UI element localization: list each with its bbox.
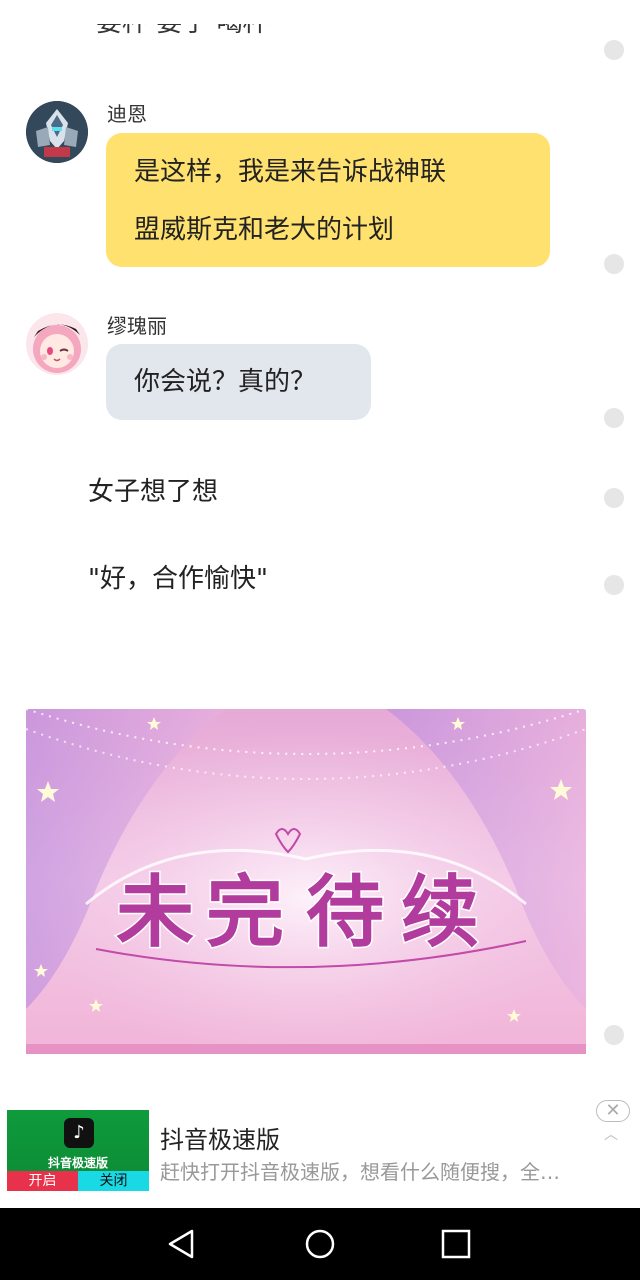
home-icon[interactable] bbox=[304, 1228, 336, 1260]
ad-close-icon[interactable]: ✕ bbox=[596, 1100, 630, 1122]
ad-card[interactable]: ♪ 抖音极速版 开启 关闭 抖音极速版 赶快打开抖音极速版，想看什么随便搜，全…… bbox=[0, 1100, 640, 1200]
ad-description[interactable]: 赶快打开抖音极速版，想看什么随便搜，全… bbox=[160, 1156, 590, 1185]
message-bubble: 是这样，我是来告诉战神联 盟威斯克和老大的计划 bbox=[106, 133, 550, 267]
message-line: 盟威斯克和老大的计划 bbox=[134, 215, 395, 245]
comment-dot[interactable] bbox=[604, 408, 624, 428]
ad-thumbnail[interactable]: ♪ 抖音极速版 开启 关闭 bbox=[7, 1110, 149, 1191]
douyin-logo-icon: ♪ bbox=[64, 1118, 94, 1148]
avatar-dean[interactable] bbox=[26, 101, 88, 163]
svg-text:完: 完 bbox=[206, 867, 284, 958]
speaker-name: 缪瑰丽 bbox=[107, 314, 167, 338]
message-line: 你会说？真的？ bbox=[134, 367, 317, 397]
comment-dot[interactable] bbox=[604, 254, 624, 274]
speaker-name: 迪恩 bbox=[107, 102, 147, 126]
system-navigation-bar bbox=[0, 1208, 640, 1280]
ad-close-thumb-button[interactable]: 关闭 bbox=[78, 1171, 149, 1191]
comment-dot[interactable] bbox=[604, 40, 624, 60]
svg-text:续: 续 bbox=[401, 867, 479, 958]
recents-icon[interactable] bbox=[440, 1228, 472, 1260]
ad-thumb-title: 抖音极速版 bbox=[47, 1156, 108, 1170]
ad-open-button[interactable]: 开启 bbox=[7, 1171, 78, 1191]
narration-text: "好，合作愉快" bbox=[88, 564, 268, 594]
avatar-miaoguili[interactable] bbox=[26, 313, 88, 375]
comment-dot[interactable] bbox=[604, 1025, 624, 1045]
svg-text:未: 未 bbox=[116, 867, 194, 958]
previous-message-cut: 要杯 要子 喝杯 bbox=[96, 24, 269, 48]
ad-title[interactable]: 抖音极速版 bbox=[160, 1120, 280, 1155]
narration-text: 女子想了想 bbox=[88, 477, 219, 507]
comment-dot[interactable] bbox=[604, 488, 624, 508]
chevron-up-icon[interactable]: ︿ bbox=[604, 1124, 618, 1144]
svg-text:待: 待 bbox=[306, 867, 384, 958]
back-icon[interactable] bbox=[166, 1228, 198, 1260]
message-bubble: 你会说？真的？ bbox=[106, 344, 371, 420]
message-line: 是这样，我是来告诉战神联 bbox=[134, 157, 447, 187]
comment-dot[interactable] bbox=[604, 575, 624, 595]
to-be-continued-banner[interactable]: 未 完 待 续 bbox=[26, 709, 586, 1054]
